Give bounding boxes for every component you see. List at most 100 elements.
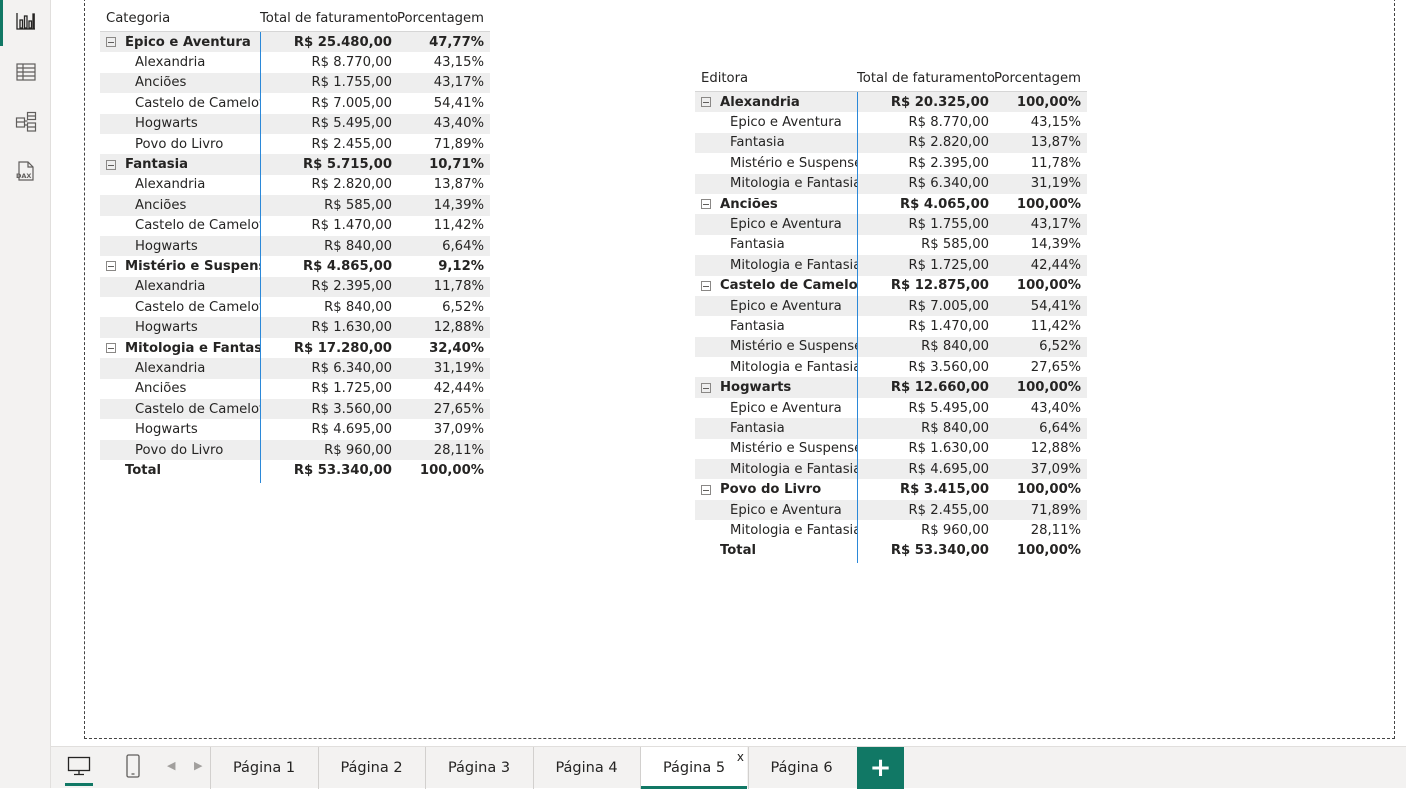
column-header-total[interactable]: Total de faturamento [857, 71, 995, 86]
percentage-cell: 28,11% [433, 442, 484, 458]
collapse-icon[interactable] [106, 261, 116, 272]
row-label-cell: Épico e Aventura [695, 115, 857, 130]
collapse-icon[interactable] [701, 382, 711, 393]
dax-view-button[interactable]: DAX [0, 150, 51, 196]
row-label: Épico e Aventura [730, 502, 842, 518]
detail-row[interactable]: Anciões R$ 1.725,00 42,44% [100, 379, 490, 399]
detail-row[interactable]: Fantasia R$ 2.820,00 13,87% [695, 132, 1087, 154]
row-label: Castelo de Camelot [135, 95, 260, 111]
detail-row[interactable]: Mitologia e Fantasia R$ 3.560,00 27,65% [695, 357, 1087, 377]
detail-row[interactable]: Alexandria R$ 6.340,00 31,19% [100, 358, 490, 379]
detail-row[interactable]: Hogwarts R$ 1.630,00 12,88% [100, 317, 490, 338]
matrix-editora[interactable]: Editora Total de faturamento Porcentagem… [695, 62, 1087, 564]
tab-pagina-6[interactable]: Página 6 [747, 747, 855, 789]
group-row[interactable]: Alexandria R$ 20.325,00 100,00% [695, 92, 1087, 113]
tab-pagina-2[interactable]: Página 2 [317, 747, 425, 789]
total-row[interactable]: Total R$ 53.340,00 100,00% [100, 460, 490, 480]
detail-row[interactable]: Fantasia R$ 585,00 14,39% [695, 235, 1087, 255]
row-label-cell: Castelo de Camelot [100, 402, 260, 417]
column-header-porcentagem[interactable]: Porcentagem [396, 11, 490, 26]
model-view-button[interactable] [0, 101, 51, 147]
detail-row[interactable]: Mitologia e Fantasia R$ 1.725,00 42,44% [695, 255, 1087, 276]
collapse-icon[interactable] [701, 97, 711, 108]
detail-row[interactable]: Castelo de Camelot R$ 1.470,00 11,42% [100, 216, 490, 236]
close-tab-icon[interactable]: x [737, 750, 744, 764]
total-value-cell: R$ 1.755,00 [311, 75, 392, 91]
collapse-icon[interactable] [701, 280, 711, 291]
tab-pagina-3[interactable]: Página 3 [425, 747, 532, 789]
detail-row[interactable]: Mistério e Suspense R$ 1.630,00 12,88% [695, 439, 1087, 459]
percentage-cell: 71,89% [1030, 502, 1081, 518]
detail-row[interactable]: Castelo de Camelot R$ 7.005,00 54,41% [100, 93, 490, 113]
tab-pagina-1[interactable]: Página 1 [210, 747, 317, 789]
report-view-button[interactable] [0, 0, 51, 46]
detail-row[interactable]: Anciões R$ 585,00 14,39% [100, 195, 490, 216]
detail-row[interactable]: Povo do Livro R$ 2.455,00 71,89% [100, 134, 490, 154]
detail-row[interactable]: Alexandria R$ 2.820,00 13,87% [100, 175, 490, 195]
detail-row[interactable]: Castelo de Camelot R$ 840,00 6,52% [100, 297, 490, 317]
detail-row[interactable]: Alexandria R$ 2.395,00 11,78% [100, 276, 490, 298]
column-header-editora[interactable]: Editora [695, 71, 857, 86]
chevron-right-icon[interactable]: ▶ [194, 759, 202, 772]
total-value-cell: R$ 2.455,00 [311, 136, 392, 152]
detail-row[interactable]: Mistério e Suspense R$ 840,00 6,52% [695, 336, 1087, 358]
group-row[interactable]: Castelo de Camelot R$ 12.875,00 100,00% [695, 276, 1087, 296]
row-label: Castelo de Camelot [135, 218, 260, 234]
mobile-layout-button[interactable] [115, 747, 151, 789]
add-page-button[interactable]: + [857, 747, 904, 789]
detail-row[interactable]: Épico e Aventura R$ 5.495,00 43,40% [695, 398, 1087, 418]
matrix-categoria[interactable]: Categoria Total de faturamento Porcentag… [100, 2, 490, 483]
detail-row[interactable]: Épico e Aventura R$ 8.770,00 43,15% [695, 112, 1087, 132]
total-value-cell: R$ 53.340,00 [293, 462, 392, 478]
group-row[interactable]: Anciões R$ 4.065,00 100,00% [695, 194, 1087, 214]
collapse-icon[interactable] [701, 199, 711, 210]
group-row[interactable]: Mitologia e Fantasia R$ 17.280,00 32,40% [100, 338, 490, 358]
detail-row[interactable]: Mitologia e Fantasia R$ 6.340,00 31,19% [695, 173, 1087, 194]
column-header-categoria[interactable]: Categoria [100, 11, 260, 26]
group-row[interactable]: Mistério e Suspense R$ 4.865,00 9,12% [100, 256, 490, 276]
group-row[interactable]: Épico e Aventura R$ 25.480,00 47,77% [100, 32, 490, 53]
total-value-cell: R$ 1.725,00 [311, 381, 392, 397]
group-row[interactable]: Hogwarts R$ 12.660,00 100,00% [695, 377, 1087, 398]
detail-row[interactable]: Mitologia e Fantasia R$ 4.695,00 37,09% [695, 459, 1087, 480]
report-canvas[interactable]: Categoria Total de faturamento Porcentag… [51, 0, 1406, 746]
detail-row[interactable]: Castelo de Camelot R$ 3.560,00 27,65% [100, 399, 490, 420]
tab-label: Página 5 [662, 760, 726, 776]
collapse-icon[interactable] [106, 343, 116, 354]
desktop-layout-button[interactable] [61, 747, 97, 789]
data-view-button[interactable] [0, 51, 51, 97]
detail-row[interactable]: Povo do Livro R$ 960,00 28,11% [100, 439, 490, 461]
detail-row[interactable]: Hogwarts R$ 4.695,00 37,09% [100, 419, 490, 439]
row-label-cell: Povo do Livro [100, 137, 260, 152]
collapse-icon[interactable] [106, 37, 116, 48]
group-row[interactable]: Fantasia R$ 5.715,00 10,71% [100, 154, 490, 175]
detail-row[interactable]: Épico e Aventura R$ 2.455,00 71,89% [695, 499, 1087, 521]
detail-row[interactable]: Hogwarts R$ 5.495,00 43,40% [100, 113, 490, 134]
column-header-total[interactable]: Total de faturamento [260, 11, 398, 26]
row-label: Hogwarts [135, 320, 198, 336]
detail-row[interactable]: Épico e Aventura R$ 7.005,00 54,41% [695, 295, 1087, 317]
group-row[interactable]: Povo do Livro R$ 3.415,00 100,00% [695, 479, 1087, 499]
percentage-cell: 6,64% [1039, 420, 1081, 436]
detail-row[interactable]: Hogwarts R$ 840,00 6,64% [100, 235, 490, 257]
row-label: Povo do Livro [135, 136, 224, 152]
total-value-cell: R$ 2.395,00 [311, 279, 392, 295]
detail-row[interactable]: Mistério e Suspense R$ 2.395,00 11,78% [695, 153, 1087, 173]
chevron-left-icon[interactable]: ◀ [167, 759, 175, 772]
row-label-cell: Mitologia e Fantasia [695, 360, 857, 375]
detail-row[interactable]: Alexandria R$ 8.770,00 43,15% [100, 52, 490, 72]
detail-row[interactable]: Fantasia R$ 840,00 6,64% [695, 418, 1087, 439]
detail-row[interactable]: Fantasia R$ 1.470,00 11,42% [695, 316, 1087, 336]
collapse-icon[interactable] [106, 159, 116, 170]
tab-pagina-5[interactable]: Página 5 x [640, 747, 747, 789]
total-row[interactable]: Total R$ 53.340,00 100,00% [695, 541, 1087, 561]
row-label: Mitologia e Fantasia [730, 257, 857, 273]
tab-pagina-4[interactable]: Página 4 [532, 747, 640, 789]
column-header-porcentagem[interactable]: Porcentagem [993, 71, 1087, 86]
row-label: Mitologia e Fantasia [125, 340, 260, 356]
tab-label: Página 6 [770, 760, 833, 776]
detail-row[interactable]: Anciões R$ 1.755,00 43,17% [100, 72, 490, 94]
detail-row[interactable]: Épico e Aventura R$ 1.755,00 43,17% [695, 214, 1087, 235]
collapse-icon[interactable] [701, 484, 711, 495]
detail-row[interactable]: Mitologia e Fantasia R$ 960,00 28,11% [695, 520, 1087, 540]
